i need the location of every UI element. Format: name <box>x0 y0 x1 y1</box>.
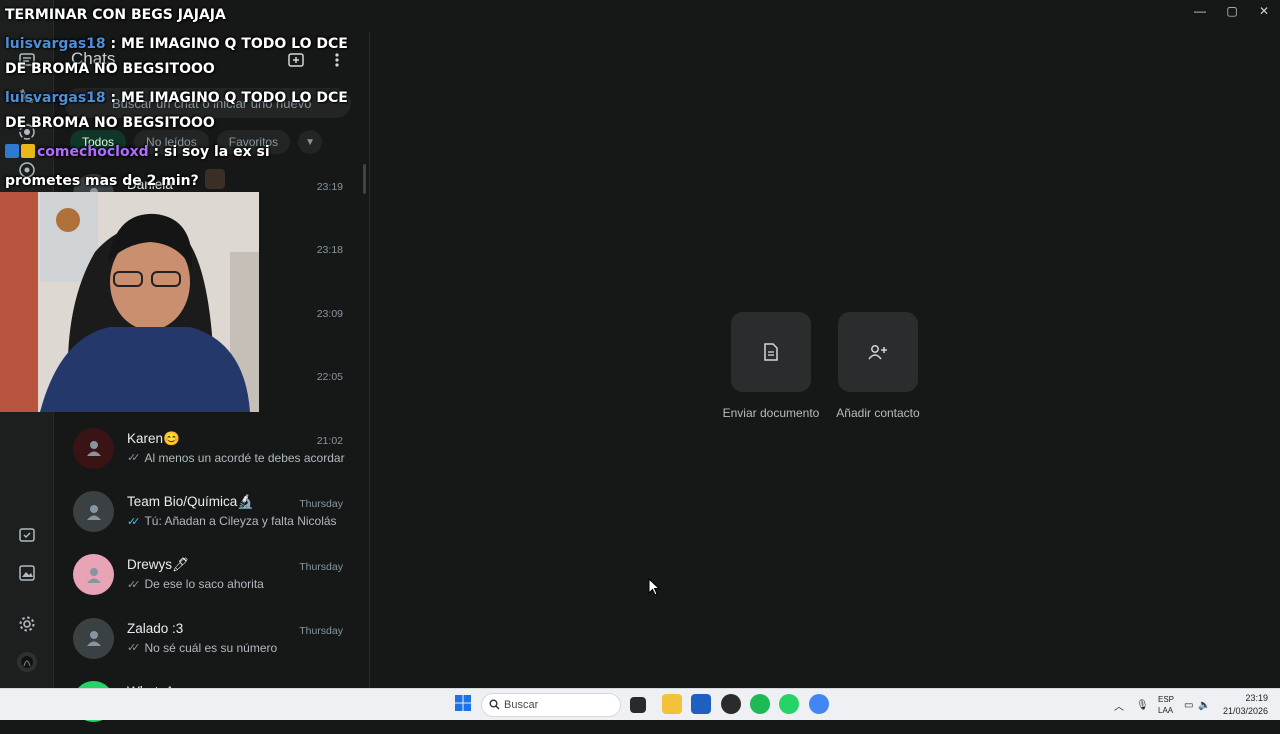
new-chat-icon[interactable] <box>286 50 306 70</box>
chat-preview: ✓✓ No sé cuál es su número <box>127 641 277 655</box>
settings-gear-icon[interactable] <box>17 614 37 634</box>
delivered-ticks-icon: ✓✓ <box>127 578 141 591</box>
microphone-icon[interactable]: 🎙 <box>1136 700 1154 711</box>
add-contact-label: Añadir contacto <box>836 406 920 420</box>
chat-preview-text: Al menos un acordé te debes acordar <box>144 450 345 465</box>
chat-preview: ✓✓ De ese lo saco ahorita <box>127 577 264 591</box>
overlay-line: comechocloxd : si soy la ex si <box>5 144 270 160</box>
add-contact-icon-box[interactable] <box>838 312 918 392</box>
crown-badge-icon <box>21 144 35 158</box>
chat-row[interactable]: Zalado :3 Thursday ✓✓ No sé cuál es su núme… <box>54 608 360 671</box>
whatsapp-icon[interactable] <box>779 694 799 714</box>
taskbar-clock[interactable]: 23:19 21/03/2026 <box>1223 692 1268 718</box>
chat-name: Zalado :3 <box>127 620 184 636</box>
contact-avatar[interactable] <box>73 427 114 469</box>
overlay-line: luisvargas18 : ME IMAGINO Q TODO LO DCE <box>5 90 348 106</box>
chat-row[interactable]: Karen😊 21:02 ✓✓ Al menos un acordé te debes… <box>54 418 360 481</box>
chat-time: Thursday <box>299 498 343 510</box>
overlay-line: prometes mas de 2 min? <box>5 169 225 189</box>
add-contact-action[interactable]: Añadir contacto <box>823 312 933 420</box>
taskbar-search-label: Buscar <box>504 699 539 711</box>
window-controls: — ▢ ✕ <box>1184 0 1280 22</box>
chat-time: 23:09 <box>316 307 343 320</box>
chat-preview-text: De ese lo saco ahorita <box>144 577 264 592</box>
chrome-icon[interactable] <box>809 694 829 714</box>
profile-avatar[interactable] <box>17 652 37 672</box>
add-contact-icon <box>868 345 887 360</box>
send-document-action[interactable]: Enviar documento <box>716 312 826 420</box>
taskbar-search[interactable]: Buscar <box>481 693 621 717</box>
search-icon <box>489 699 500 713</box>
chat-time: 21:02 <box>316 434 343 447</box>
chat-name: Team Bio/Química🔬 <box>127 494 255 509</box>
overlay-line: luisvargas18 : ME IMAGINO Q TODO LO DCE <box>5 36 348 52</box>
network-icon[interactable]: ▭ <box>1184 700 1198 711</box>
group-avatar-icon[interactable] <box>73 491 114 532</box>
badge-icon <box>5 144 19 158</box>
volume-icon[interactable]: 🔈 <box>1198 700 1212 711</box>
contact-avatar[interactable] <box>73 554 114 596</box>
webcam-overlay <box>0 192 259 412</box>
document-icon-box[interactable] <box>731 312 811 392</box>
overlay-line: TERMINAR CON BEGS JAJAJA <box>5 7 226 23</box>
chat-row[interactable]: Drewys🖊 Thursday ✓✓ De ese lo saco ahorita <box>54 544 360 607</box>
maximize-button[interactable]: ▢ <box>1216 0 1248 22</box>
chat-preview-text: No sé cuál es su número <box>144 640 278 655</box>
windows-taskbar: Buscar ︿ 🎙 ESP LAA ▭ 🔈 23:19 21/03/2026 <box>0 688 1280 720</box>
chat-time: Thursday <box>299 561 343 574</box>
tray-chevron-up-icon[interactable]: ︿ <box>1114 698 1128 713</box>
chat-list-scrollbar[interactable] <box>363 164 366 194</box>
chat-name: Karen😊 <box>127 430 180 446</box>
emote-icon <box>204 169 225 189</box>
media-icon[interactable] <box>17 563 37 583</box>
overlay-line: DE BROMA NO BEGSITOOO <box>5 61 215 77</box>
delivered-ticks-icon: ✓✓ <box>127 642 141 655</box>
chat-row[interactable]: Team Bio/Química🔬 Thursday ✓✓ Tú: Añadan a … <box>54 481 360 544</box>
store-icon[interactable] <box>691 694 711 714</box>
task-view-icon[interactable] <box>630 697 646 713</box>
file-explorer-icon[interactable] <box>662 694 682 714</box>
mouse-cursor-icon <box>648 578 660 596</box>
chat-preview: ✓✓ Tú: Añadan a Cileyza y falta Nicolás <box>127 514 337 528</box>
obs-icon[interactable] <box>721 694 741 714</box>
language-indicator[interactable]: ESP LAA <box>1158 694 1180 716</box>
chat-time: Thursday <box>299 624 343 637</box>
send-document-label: Enviar documento <box>722 406 820 420</box>
chat-time: 23:18 <box>316 244 343 257</box>
chat-preview: ✓✓ Al menos un acordé te debes acordar <box>127 451 345 465</box>
minimize-button[interactable]: — <box>1184 0 1216 22</box>
chat-preview-text: Tú: Añadan a Cileyza y falta Nicolás <box>144 514 337 528</box>
close-button[interactable]: ✕ <box>1248 0 1280 22</box>
contact-avatar[interactable] <box>73 617 114 659</box>
menu-kebab-icon[interactable] <box>327 50 347 70</box>
overlay-line: DE BROMA NO BEGSITOOO <box>5 115 215 131</box>
spotify-icon[interactable] <box>750 694 770 714</box>
main-pane: Enviar documento Añadir contacto <box>371 0 1280 688</box>
webcam-person-image <box>0 192 259 412</box>
delivered-ticks-icon: ✓✓ <box>127 452 141 465</box>
read-receipt-icon: ✓✓ <box>127 515 141 528</box>
chat-time: 22:05 <box>316 371 343 384</box>
system-tray: ︿ 🎙 ESP LAA ▭ 🔈 <box>1114 689 1212 721</box>
chat-name: Drewys🖊 <box>127 557 190 573</box>
chat-time: 23:19 <box>316 181 343 193</box>
document-icon <box>764 343 778 361</box>
starred-icon[interactable] <box>17 526 37 546</box>
chevron-down-icon[interactable]: ▼ <box>298 130 323 154</box>
windows-start-icon[interactable] <box>454 694 474 714</box>
